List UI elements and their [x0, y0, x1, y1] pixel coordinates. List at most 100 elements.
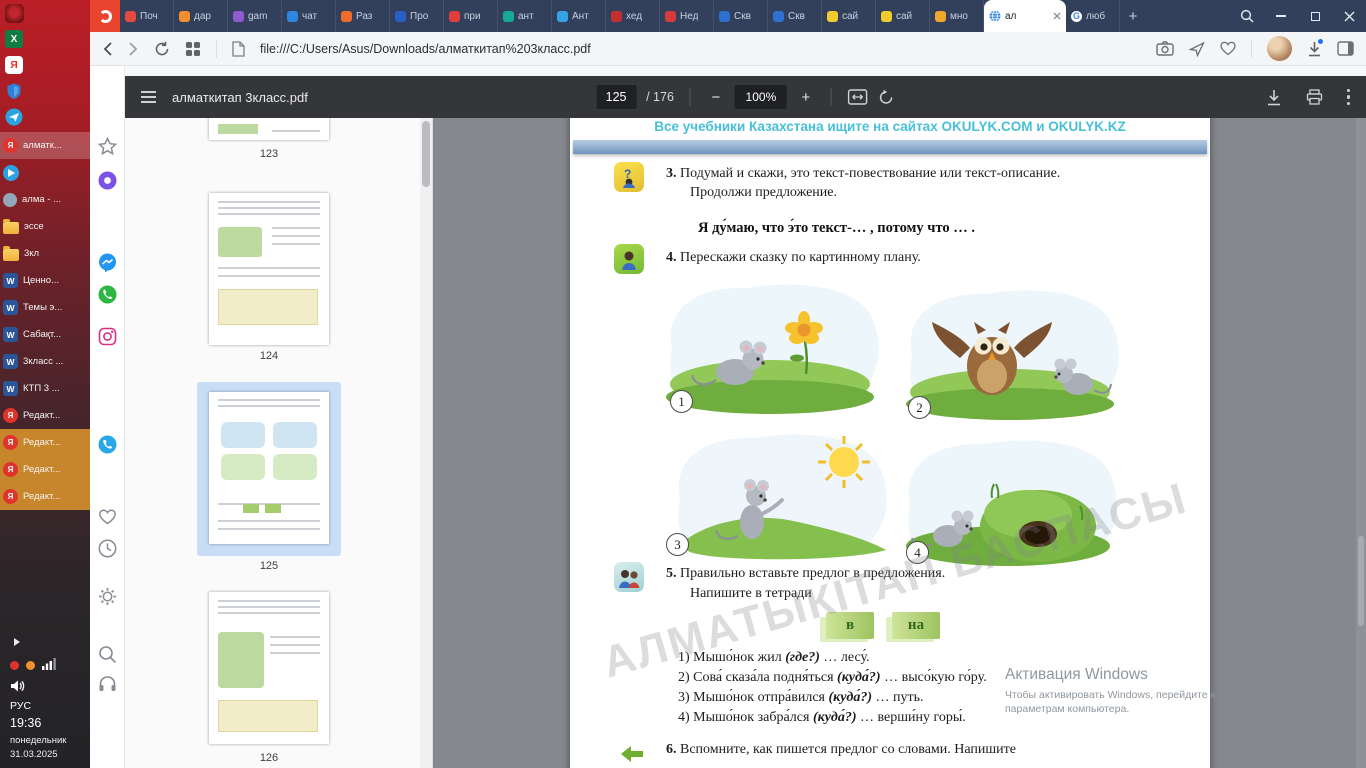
instagram-icon[interactable] — [97, 326, 118, 347]
profile-avatar[interactable] — [1267, 36, 1292, 61]
tab[interactable]: хед — [606, 0, 660, 32]
zoom-in-button[interactable]: + — [797, 89, 815, 106]
tab-favicon — [881, 11, 892, 22]
close-icon — [1344, 11, 1355, 22]
screenshot-camera-icon[interactable] — [1156, 41, 1174, 56]
pinned-app-button[interactable] — [1, 0, 27, 26]
tab[interactable]: Скв — [714, 0, 768, 32]
back-button[interactable] — [102, 41, 113, 57]
settings-gear-icon[interactable] — [97, 586, 118, 607]
excel-pinned-button[interactable]: X — [1, 26, 27, 52]
favorites-heart-icon[interactable] — [97, 506, 118, 527]
thumbnail-124[interactable] — [209, 193, 329, 345]
fit-page-button[interactable] — [848, 89, 868, 105]
minimize-button[interactable] — [1264, 0, 1298, 32]
rotate-button[interactable] — [878, 89, 895, 106]
tab[interactable]: Раз — [336, 0, 390, 32]
scrollbar-thumb[interactable] — [1358, 536, 1364, 626]
whatsapp-icon[interactable] — [97, 284, 118, 305]
tab-favicon — [557, 11, 568, 22]
telegram-pinned-button[interactable] — [1, 104, 27, 130]
taskbar-app[interactable]: ЯРедакт... — [0, 483, 90, 510]
tab[interactable]: мно — [930, 0, 984, 32]
thumbnails-scrollbar[interactable] — [420, 118, 432, 768]
headset-icon[interactable] — [97, 674, 118, 695]
taskbar-app[interactable]: WСабақт... — [0, 321, 90, 348]
zoom-out-button[interactable]: − — [707, 89, 725, 106]
zoom-level[interactable]: 100% — [735, 85, 787, 109]
taskbar-app[interactable]: WКТП 3 ... — [0, 375, 90, 402]
bookmarks-strip — [125, 66, 1366, 76]
new-tab-button[interactable]: + — [1120, 0, 1146, 32]
tab[interactable]: gam — [228, 0, 282, 32]
page-number-input[interactable]: 125 — [596, 85, 636, 109]
browser-logo[interactable] — [90, 0, 120, 32]
pdf-print-button[interactable] — [1306, 89, 1323, 105]
scrollbar-thumb[interactable] — [422, 121, 430, 187]
pdf-menu-icon[interactable] — [141, 91, 156, 103]
taskbar-app[interactable]: W3класс ... — [0, 348, 90, 375]
tab-close-icon[interactable] — [1053, 12, 1061, 20]
network-icon[interactable] — [42, 657, 56, 670]
tab[interactable]: ант — [498, 0, 552, 32]
taskbar-app[interactable]: эссе — [0, 213, 90, 240]
tab[interactable]: Нед — [660, 0, 714, 32]
tab-active[interactable]: ал — [984, 0, 1066, 32]
tab[interactable]: сай — [822, 0, 876, 32]
tab-search-button[interactable] — [1230, 0, 1264, 32]
language-indicator[interactable]: РУС — [10, 700, 90, 712]
taskbar-app[interactable]: ЯРедакт... — [0, 402, 90, 429]
forward-button[interactable] — [128, 41, 139, 57]
defender-pinned-button[interactable] — [1, 78, 27, 104]
clock-time[interactable]: 19:36 — [10, 716, 90, 730]
tab[interactable]: дар — [174, 0, 228, 32]
maximize-button[interactable] — [1298, 0, 1332, 32]
refresh-button[interactable] — [154, 41, 170, 57]
tray-expand-arrow[interactable] — [14, 638, 20, 646]
close-button[interactable] — [1332, 0, 1366, 32]
thumbnail-123[interactable] — [209, 118, 329, 140]
yandex-pinned-button[interactable]: Я — [1, 52, 27, 78]
tab[interactable]: Поч — [120, 0, 174, 32]
windows-activation: Активация Windows Чтобы активировать Win… — [1005, 666, 1255, 716]
taskbar-app[interactable]: алма - ... — [0, 186, 90, 213]
alice-icon[interactable] — [97, 170, 118, 191]
history-clock-icon[interactable] — [97, 538, 118, 559]
tab[interactable]: сай — [876, 0, 930, 32]
screen: X Я Яалматк... алма - ... эссе 3кл WЦенн… — [0, 0, 1366, 768]
thumbnail-125[interactable] — [209, 392, 329, 544]
tab[interactable]: Скв — [768, 0, 822, 32]
address-bar[interactable]: file:///C:/Users/Asus/Downloads/алматкит… — [260, 42, 591, 56]
pdf-download-button[interactable] — [1266, 89, 1282, 106]
tab[interactable]: Про — [390, 0, 444, 32]
main-scrollbar[interactable] — [1356, 118, 1366, 768]
tableau-button[interactable] — [185, 41, 201, 57]
tab[interactable]: Ант — [552, 0, 606, 32]
tab[interactable]: при — [444, 0, 498, 32]
tray-app-icon[interactable] — [26, 661, 35, 670]
downloads-button[interactable] — [1307, 41, 1322, 57]
taskbar-app[interactable] — [0, 159, 90, 186]
tab[interactable]: Gлюб — [1066, 0, 1120, 32]
bookmark-heart-icon[interactable] — [1220, 41, 1236, 56]
volume-icon[interactable] — [10, 679, 25, 693]
taskbar-app[interactable]: ЯРедакт... — [0, 456, 90, 483]
taskbar-app[interactable]: WТемы э... — [0, 294, 90, 321]
bookmarks-star-icon[interactable] — [97, 136, 118, 157]
share-icon[interactable] — [1189, 41, 1205, 57]
thumbnail-126[interactable] — [209, 592, 329, 744]
tray-browser-icon[interactable] — [10, 661, 19, 670]
sidebar-search-icon[interactable] — [97, 644, 118, 665]
taskbar-app[interactable]: Яалматк... — [0, 132, 90, 159]
tab[interactable]: чат — [282, 0, 336, 32]
clock-date[interactable]: 31.03.2025 — [10, 748, 90, 762]
messenger-icon[interactable] — [97, 252, 118, 273]
owl-and-mouse-image — [898, 284, 1126, 422]
phone-icon[interactable] — [97, 434, 118, 455]
pdf-more-menu[interactable] — [1347, 89, 1351, 106]
taskbar-app[interactable]: 3кл — [0, 240, 90, 267]
panel-toggle-icon[interactable] — [1337, 41, 1354, 56]
taskbar-app[interactable]: ЯРедакт... — [0, 429, 90, 456]
taskbar-app[interactable]: WЦенно... — [0, 267, 90, 294]
toolbar-divider — [690, 88, 691, 106]
